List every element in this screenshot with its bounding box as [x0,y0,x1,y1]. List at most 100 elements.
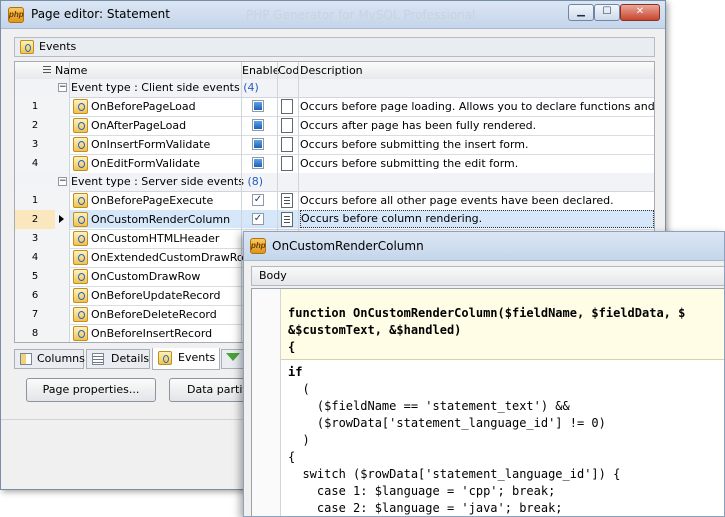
code-doc-icon[interactable] [281,156,293,171]
code-line: case 1: $language = 'cpp'; break; [288,484,556,498]
code-doc-icon[interactable] [281,193,293,208]
code-window-title: OnCustomRenderColumn [272,239,424,253]
event-name: OnBeforeUpdateRecord [91,289,221,302]
row-number: 3 [15,135,56,154]
title-watermark: PHP Generator for MySQL Professional [246,8,476,22]
event-icon [73,307,88,322]
enable-checkbox[interactable] [252,138,264,150]
event-icon [73,212,88,227]
row-number: 5 [15,267,56,286]
table-row[interactable]: 1 OnBeforePageExecute ✓ Occurs before al… [15,191,654,211]
row-number: 2 [15,116,56,135]
group-client-side[interactable]: − Event type : Client side events (4) [15,79,654,98]
row-number: 2 [15,210,56,229]
row-indicator [55,97,70,116]
enable-checkbox[interactable] [252,119,264,131]
event-icon [73,269,88,284]
event-description: Occurs before submitting the edit form. [300,157,519,170]
column-chooser-icon[interactable] [43,66,51,75]
minimize-icon[interactable]: ▁ [568,4,594,21]
table-row[interactable]: 4 OnEditFormValidate Occurs before submi… [15,154,654,174]
collapse-icon[interactable]: − [58,83,67,92]
event-name: OnCustomDrawRow [91,270,201,283]
code-line: switch ($rowData['statement_language_id'… [288,467,621,481]
event-icon [73,137,88,152]
row-indicator [55,191,70,210]
event-name: OnAfterPageLoad [91,119,187,132]
collapse-icon[interactable]: − [58,177,67,186]
column-header-enable[interactable]: Enable [242,62,279,79]
maximize-icon[interactable]: ☐ [594,4,620,21]
column-header-description[interactable]: Description [300,62,363,79]
tab-columns[interactable]: Columns [14,349,85,369]
tab-filter[interactable] [221,349,245,369]
code-doc-icon[interactable] [281,212,293,227]
row-number: 4 [15,248,56,267]
event-name: OnBeforePageLoad [91,100,196,113]
event-name: OnBeforePageExecute [91,194,214,207]
code-line: { [288,340,296,354]
row-indicator [55,267,70,286]
row-number: 1 [15,191,56,210]
enable-checkbox[interactable]: ✓ [252,213,264,225]
close-icon[interactable]: ✕ [620,4,660,21]
php-icon: php [250,238,266,254]
code-line: case 2: $language = 'java'; break; [288,501,563,515]
event-description: Occurs after page has been fully rendere… [300,119,537,132]
event-name: OnBeforeInsertRecord [91,327,213,340]
row-indicator [55,286,70,305]
title-bar[interactable]: php PHP Generator for MySQL Professional… [1,1,665,29]
column-header-code[interactable]: Cod [278,62,299,79]
group-label: Event type : Client side events (4) [71,81,259,94]
row-indicator [55,248,70,267]
filter-icon [226,353,240,361]
current-row-indicator [55,210,70,229]
table-row-selected[interactable]: 2 OnCustomRenderColumn ✓ Occurs before c… [15,210,654,230]
table-row[interactable]: 1 OnBeforePageLoad Occurs before page lo… [15,97,654,117]
events-tab-strip: Events [14,37,655,57]
event-description: Occurs before column rendering. [300,210,654,228]
tab-events[interactable]: Events [152,348,220,370]
table-row[interactable]: 3 OnInsertFormValidate Occurs before sub… [15,135,654,155]
code-doc-icon[interactable] [281,118,293,133]
event-name: OnExtendedCustomDrawRow [91,251,253,264]
column-header-name[interactable]: Name [55,62,87,79]
code-editor[interactable]: function OnCustomRenderColumn($fieldName… [251,288,724,516]
code-line: function OnCustomRenderColumn($fieldName… [288,306,686,320]
event-icon [73,118,88,133]
event-name: OnBeforeDeleteRecord [91,308,217,321]
enable-checkbox[interactable]: ✓ [252,194,264,206]
code-doc-icon[interactable] [281,99,293,114]
code-title-bar[interactable]: php OnCustomRenderColumn [244,232,724,261]
event-icon [73,326,88,341]
event-icon [73,193,88,208]
tab-body[interactable]: Body [251,266,724,286]
group-label: Event type : Server side events (8) [71,175,264,188]
grid-header: Name Enable Cod Description [15,62,654,80]
code-line: ($rowData['statement_language_id'] != 0) [288,416,606,430]
table-row[interactable]: 2 OnAfterPageLoad Occurs after page has … [15,116,654,136]
code-editor-window: php OnCustomRenderColumn Body function O… [243,231,725,517]
event-description: Occurs before submitting the insert form… [300,138,529,151]
details-icon [92,353,104,365]
php-icon: php [8,7,24,23]
column-divider [69,62,70,342]
tab-details[interactable]: Details [86,349,150,369]
tab-events-top[interactable]: Events [39,40,76,53]
row-number: 8 [15,324,56,342]
row-number: 3 [15,229,56,248]
code-doc-icon[interactable] [281,137,293,152]
code-line: if [288,365,303,379]
page-properties-button[interactable]: Page properties... [26,378,156,402]
row-number: 4 [15,154,56,173]
events-icon [20,40,34,54]
enable-checkbox[interactable] [252,157,264,169]
enable-checkbox[interactable] [252,100,264,112]
row-indicator [55,229,70,248]
group-server-side[interactable]: − Event type : Server side events (8) [15,173,654,192]
event-icon [73,156,88,171]
row-indicator [55,324,70,342]
row-number: 7 [15,305,56,324]
event-description: Occurs before all other page events have… [300,194,614,207]
row-indicator [55,305,70,324]
